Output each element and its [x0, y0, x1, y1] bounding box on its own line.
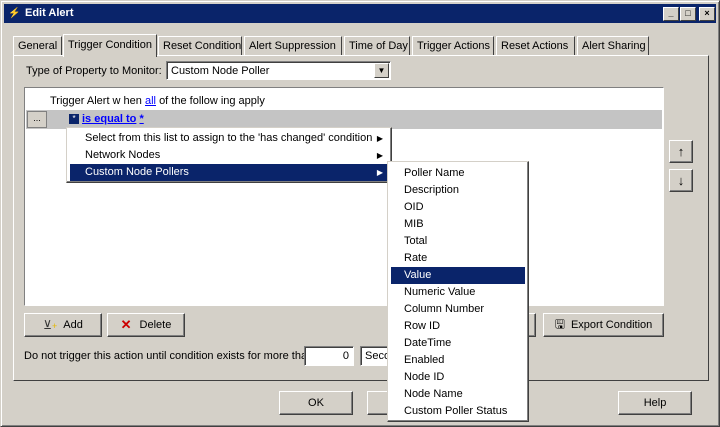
delete-x-icon: ✕	[120, 317, 132, 332]
add-button-label: Add	[63, 319, 83, 331]
maximize-button[interactable]: □	[680, 7, 696, 21]
tab-alert-sharing[interactable]: Alert Sharing	[577, 36, 649, 56]
chevron-down-icon[interactable]: ▼	[374, 63, 389, 78]
submenu-item[interactable]: Rate	[391, 250, 525, 267]
condition-tree[interactable]: Trigger Alert w hen all of the follow in…	[24, 87, 664, 306]
tab-reset-actions[interactable]: Reset Actions	[496, 36, 575, 56]
property-value: Custom Node Poller	[171, 65, 270, 77]
submenu-item[interactable]: OID	[391, 199, 525, 216]
submenu-item[interactable]: DateTime	[391, 335, 525, 352]
menu-item-custom-node-pollers[interactable]: Custom Node Pollers ▶	[70, 164, 388, 181]
delay-label: Do not trigger this action until conditi…	[24, 350, 314, 362]
context-menu: Select from this list to assign to the '…	[66, 127, 392, 183]
tab-alert-suppression[interactable]: Alert Suppression	[244, 36, 342, 56]
tab-trigger-condition[interactable]: Trigger Condition	[63, 34, 157, 57]
chevron-right-icon: ▶	[376, 151, 383, 160]
minimize-button[interactable]: _	[663, 7, 679, 21]
value-link[interactable]: *	[139, 113, 143, 125]
delay-value-input[interactable]: 0	[304, 346, 354, 366]
add-filter-icon: ⊻+	[43, 318, 58, 332]
add-button[interactable]: ⊻+ Add	[24, 313, 102, 337]
export-button-label: Export Condition	[570, 319, 653, 331]
trigger-all-link[interactable]: all	[145, 95, 156, 107]
window-title: Edit Alert	[25, 7, 74, 19]
menu-item-network-nodes[interactable]: Network Nodes ▶	[70, 147, 388, 164]
submenu-item[interactable]: Column Number	[391, 301, 525, 318]
move-up-button[interactable]: ↑	[669, 140, 693, 163]
submenu-item[interactable]: Node ID	[391, 369, 525, 386]
submenu-item[interactable]: Total	[391, 233, 525, 250]
tab-general[interactable]: General	[13, 36, 62, 56]
submenu-item[interactable]: Enabled	[391, 352, 525, 369]
submenu-item[interactable]: Poller Name	[391, 165, 525, 182]
floppy-disk-icon: 🖫	[554, 316, 565, 331]
delete-button-label: Delete	[139, 319, 172, 331]
help-button[interactable]: Help	[618, 391, 692, 415]
tab-reset-condition[interactable]: Reset Condition	[158, 36, 242, 56]
chevron-right-icon: ▶	[376, 168, 383, 177]
app-icon: ⚡	[8, 8, 21, 19]
submenu-item[interactable]: Row ID	[391, 318, 525, 335]
condition-star-icon[interactable]: *	[69, 114, 79, 124]
operator-link[interactable]: is equal to	[82, 113, 136, 125]
export-condition-button[interactable]: 🖫 Export Condition	[543, 313, 664, 337]
delete-button[interactable]: ✕ Delete	[107, 313, 185, 337]
ok-button[interactable]: OK	[279, 391, 353, 415]
chevron-right-icon: ▶	[376, 134, 383, 143]
tab-trigger-actions[interactable]: Trigger Actions	[412, 36, 494, 56]
condition-options-button[interactable]: ...	[27, 111, 47, 128]
close-button[interactable]: ×	[699, 7, 715, 21]
delay-unit-select[interactable]: Seco	[360, 346, 390, 366]
submenu-fields: Poller Name Description OID MIB Total Ra…	[387, 161, 529, 422]
property-label: Type of Property to Monitor:	[26, 65, 162, 77]
cancel-button[interactable]	[367, 391, 389, 415]
arrow-up-icon: ↑	[677, 144, 685, 159]
submenu-item[interactable]: MIB	[391, 216, 525, 233]
edit-alert-dialog: ⚡ Edit Alert _ □ × General Trigger Condi…	[0, 0, 720, 427]
submenu-item[interactable]: Numeric Value	[391, 284, 525, 301]
title-bar[interactable]: ⚡ Edit Alert _ □ ×	[4, 4, 716, 23]
submenu-item[interactable]: Node Name	[391, 386, 525, 403]
move-down-button[interactable]: ↓	[669, 169, 693, 192]
submenu-item-value[interactable]: Value	[391, 267, 525, 284]
arrow-down-icon: ↓	[677, 173, 685, 188]
menu-item-has-changed[interactable]: Select from this list to assign to the '…	[70, 130, 388, 147]
submenu-item[interactable]: Custom Poller Status	[391, 403, 525, 420]
property-select[interactable]: Custom Node Poller ▼	[166, 61, 391, 80]
tab-time-of-day[interactable]: Time of Day	[344, 36, 410, 56]
submenu-item[interactable]: Description	[391, 182, 525, 199]
trigger-text: Trigger Alert w hen all of the follow in…	[50, 95, 265, 107]
condition-expression: is equal to *	[82, 113, 144, 125]
